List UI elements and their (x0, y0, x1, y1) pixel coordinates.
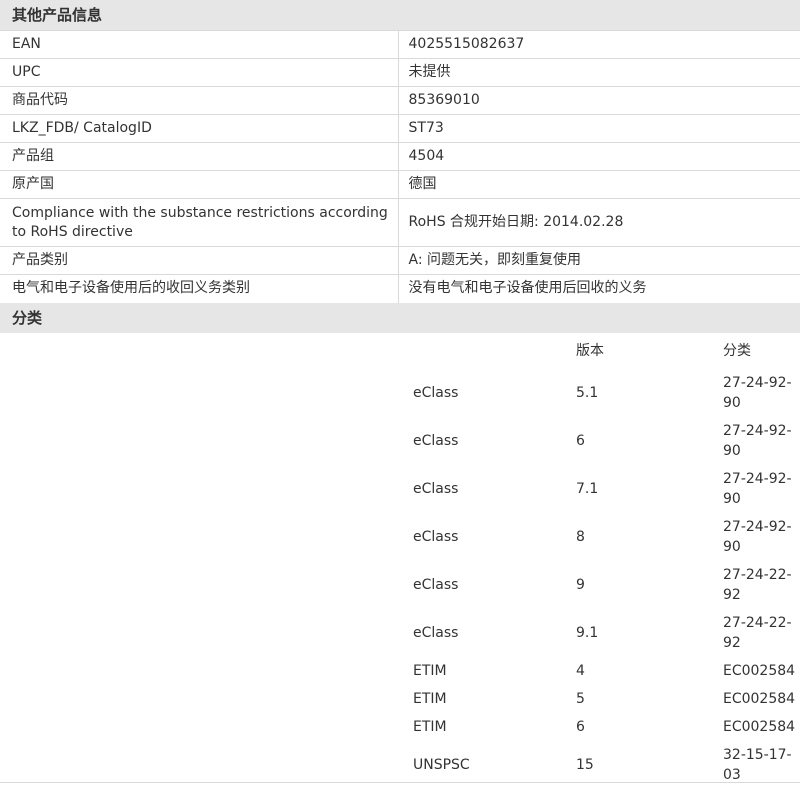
column-header-system (408, 333, 571, 369)
class-code: 27-24-92-90 (723, 422, 792, 459)
table-row: ETIM 5 EC002584 (408, 685, 800, 713)
info-key: 原产国 (0, 170, 399, 199)
info-key: 产品类别 (0, 246, 399, 275)
class-system: ETIM (413, 690, 447, 707)
table-row: Compliance with the substance restrictio… (0, 198, 800, 247)
info-key: EAN (0, 30, 399, 59)
class-code: 27-24-92-90 (723, 470, 792, 507)
class-system: ETIM (413, 662, 447, 679)
product-info-page: 其他产品信息 EAN 4025515082637 UPC 未提供 商品代码 85… (0, 0, 800, 783)
info-key: 商品代码 (0, 86, 399, 115)
classification-header-row: 版本 分类 (408, 333, 800, 369)
table-row: 产品类别 A: 问题无关，即刻重复使用 (0, 246, 800, 275)
classification-header: 分类 (0, 302, 800, 333)
class-version: 9 (576, 576, 585, 593)
column-header-version: 版本 (576, 342, 604, 359)
column-header-code: 分类 (723, 342, 751, 359)
class-system: eClass (413, 576, 459, 593)
class-code: EC002584 (723, 690, 796, 707)
class-version: 6 (576, 432, 585, 449)
classification-table: 版本 分类 eClass 5.1 27-24-92-90 eClass 6 27… (408, 333, 800, 789)
class-code: 27-24-92-90 (723, 374, 792, 411)
class-version: 5.1 (576, 384, 599, 401)
info-key: LKZ_FDB/ CatalogID (0, 114, 399, 143)
table-row: UPC 未提供 (0, 58, 800, 87)
class-system: eClass (413, 624, 459, 641)
class-version: 7.1 (576, 480, 599, 497)
table-row: eClass 9.1 27-24-22-92 (408, 609, 800, 657)
class-code: 27-24-92-90 (723, 518, 792, 555)
class-code: 32-15-17-03 (723, 746, 792, 783)
class-system: UNSPSC (413, 756, 470, 773)
table-row: LKZ_FDB/ CatalogID ST73 (0, 114, 800, 143)
class-system: eClass (413, 528, 459, 545)
info-key: Compliance with the substance restrictio… (0, 198, 399, 247)
table-row: eClass 7.1 27-24-92-90 (408, 465, 800, 513)
table-row: 商品代码 85369010 (0, 86, 800, 115)
info-value: 未提供 (398, 58, 800, 87)
table-row: eClass 9 27-24-22-92 (408, 561, 800, 609)
table-row: 电气和电子设备使用后的收回义务类别 没有电气和电子设备使用后回收的义务 (0, 274, 800, 303)
info-value: 德国 (398, 170, 800, 199)
info-value: RoHS 合规开始日期: 2014.02.28 (398, 198, 800, 247)
table-row: eClass 5.1 27-24-92-90 (408, 369, 800, 417)
other-info-header: 其他产品信息 (0, 0, 800, 30)
class-system: eClass (413, 384, 459, 401)
class-version: 4 (576, 662, 585, 679)
class-version: 8 (576, 528, 585, 545)
class-code: 27-24-22-92 (723, 614, 792, 651)
table-row: eClass 8 27-24-92-90 (408, 513, 800, 561)
class-system: eClass (413, 480, 459, 497)
table-row: 原产国 德国 (0, 170, 800, 199)
table-row: UNSPSC 15 32-15-17-03 (408, 741, 800, 789)
info-key: UPC (0, 58, 399, 87)
class-version: 9.1 (576, 624, 599, 641)
table-row: 产品组 4504 (0, 142, 800, 171)
class-code: EC002584 (723, 718, 796, 735)
class-code: EC002584 (723, 662, 796, 679)
class-code: 27-24-22-92 (723, 566, 792, 603)
classification-area: 版本 分类 eClass 5.1 27-24-92-90 eClass 6 27… (0, 333, 800, 783)
class-system: eClass (413, 432, 459, 449)
info-value: 没有电气和电子设备使用后回收的义务 (398, 274, 800, 303)
info-value: A: 问题无关，即刻重复使用 (398, 246, 800, 275)
class-system: ETIM (413, 718, 447, 735)
table-row: eClass 6 27-24-92-90 (408, 417, 800, 465)
info-key: 产品组 (0, 142, 399, 171)
info-value: ST73 (398, 114, 800, 143)
table-row: ETIM 4 EC002584 (408, 657, 800, 685)
table-row: ETIM 6 EC002584 (408, 713, 800, 741)
info-value: 4504 (398, 142, 800, 171)
class-version: 5 (576, 690, 585, 707)
table-row: EAN 4025515082637 (0, 30, 800, 59)
other-info-table: EAN 4025515082637 UPC 未提供 商品代码 85369010 … (0, 30, 800, 303)
info-value: 85369010 (398, 86, 800, 115)
class-version: 15 (576, 756, 594, 773)
class-version: 6 (576, 718, 585, 735)
info-value: 4025515082637 (398, 30, 800, 59)
info-key: 电气和电子设备使用后的收回义务类别 (0, 274, 399, 303)
